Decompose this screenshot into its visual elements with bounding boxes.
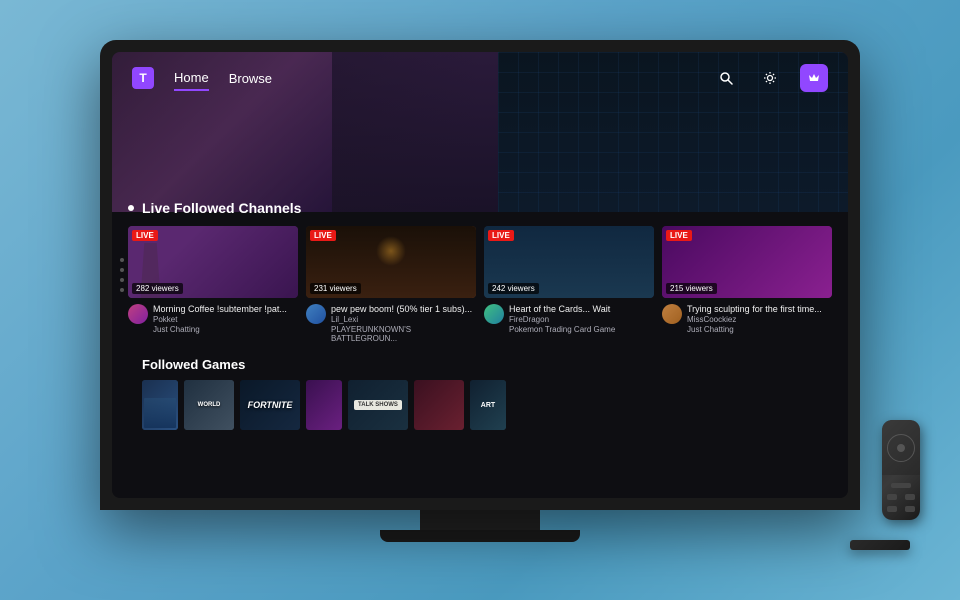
- channel-card-4[interactable]: LIVE 215 viewers Trying sculpting for th…: [662, 226, 832, 343]
- remote-trackpad[interactable]: [887, 434, 915, 462]
- channel-avatar-1: [128, 304, 148, 324]
- channel-name-3: FireDragon: [509, 315, 654, 324]
- apple-tv-remote: [882, 420, 920, 520]
- remote-btn-play[interactable]: [887, 506, 897, 512]
- channel-thumb-4: LIVE 215 viewers: [662, 226, 832, 298]
- channel-name-1: Pokket: [153, 315, 298, 324]
- tv-stand-neck: [420, 510, 540, 530]
- channel-info-3: Heart of the Cards... Wait FireDragon Po…: [484, 304, 654, 334]
- channels-grid: LIVE 282 viewers Morning Coffee !subtemb…: [128, 226, 832, 343]
- game-tile-talk-shows[interactable]: TALK SHOWS: [348, 380, 408, 430]
- remote-btn-home[interactable]: [905, 506, 915, 512]
- main-content: Live Followed Channels LIVE 282 viewers: [112, 200, 848, 430]
- channel-meta-2: pew pew boom! (50% tier 1 subs)... Lil_L…: [331, 304, 476, 343]
- nav-browse[interactable]: Browse: [229, 67, 272, 90]
- channel-avatar-3: [484, 304, 504, 324]
- remote-bottom: [882, 475, 920, 520]
- channel-game-1: Just Chatting: [153, 325, 298, 334]
- remote-btn-row-2: [887, 506, 915, 512]
- stream-title-1: Morning Coffee !subtember !pat...: [153, 304, 298, 314]
- stream-title-3: Heart of the Cards... Wait: [509, 304, 654, 314]
- twitch-logo[interactable]: T: [132, 67, 154, 89]
- nav-bar: T Home Browse: [112, 52, 848, 100]
- game-tile-1[interactable]: [142, 380, 178, 430]
- channel-info-4: Trying sculpting for the first time... M…: [662, 304, 832, 334]
- channel-game-4: Just Chatting: [687, 325, 832, 334]
- remote-body: [882, 420, 920, 520]
- channel-game-3: Pokemon Trading Card Game: [509, 325, 654, 334]
- twitch-icon: T: [139, 71, 146, 85]
- game-tile-art[interactable]: ART: [470, 380, 506, 430]
- viewer-count-3: 242 viewers: [488, 283, 539, 294]
- channel-card-3[interactable]: LIVE 242 viewers Heart of the Cards... W…: [484, 226, 654, 343]
- live-channels-title: Live Followed Channels: [142, 200, 301, 216]
- channel-thumb-2: LIVE 231 viewers: [306, 226, 476, 298]
- channel-card-2[interactable]: LIVE 231 viewers pew pew boom! (50% tier…: [306, 226, 476, 343]
- channel-info-2: pew pew boom! (50% tier 1 subs)... Lil_L…: [306, 304, 476, 343]
- channel-info-1: Morning Coffee !subtember !pat... Pokket…: [128, 304, 298, 334]
- channel-thumb-3: LIVE 242 viewers: [484, 226, 654, 298]
- stream-title-2: pew pew boom! (50% tier 1 subs)...: [331, 304, 476, 314]
- section-dot: [128, 205, 134, 211]
- remote-btn-left[interactable]: [887, 494, 897, 500]
- channel-name-4: MissCoockiez: [687, 315, 832, 324]
- channel-card-1[interactable]: LIVE 282 viewers Morning Coffee !subtemb…: [128, 226, 298, 343]
- game-tile-fortnite[interactable]: FORTNITE: [240, 380, 300, 430]
- channel-name-2: Lil_Lexi: [331, 315, 476, 324]
- channel-game-2: PLAYERUNKNOWN'S BATTLEGROUN...: [331, 325, 476, 343]
- atv-body: [850, 540, 910, 550]
- tv-body: T Home Browse: [100, 40, 860, 510]
- channel-meta-1: Morning Coffee !subtember !pat... Pokket…: [153, 304, 298, 334]
- live-badge-4: LIVE: [666, 230, 692, 241]
- remote-btn-right[interactable]: [905, 494, 915, 500]
- viewer-count-2: 231 viewers: [310, 283, 361, 294]
- game-tile-6[interactable]: [414, 380, 464, 430]
- game-tile-2[interactable]: WORLD: [184, 380, 234, 430]
- remote-menu-btn[interactable]: [891, 483, 911, 488]
- games-row: WORLD FORTNITE: [128, 380, 832, 430]
- nav-home[interactable]: Home: [174, 66, 209, 91]
- remote-center: [897, 444, 905, 452]
- viewer-count-1: 282 viewers: [132, 283, 183, 294]
- live-badge-3: LIVE: [488, 230, 514, 241]
- live-badge-1: LIVE: [132, 230, 158, 241]
- channel-meta-3: Heart of the Cards... Wait FireDragon Po…: [509, 304, 654, 334]
- tv-screen: T Home Browse: [112, 52, 848, 498]
- followed-games-section: Followed Games WORLD: [128, 357, 832, 430]
- channel-thumb-1: LIVE 282 viewers: [128, 226, 298, 298]
- channel-avatar-4: [662, 304, 682, 324]
- remote-btn-row: [887, 494, 915, 500]
- lamp-glow: [376, 236, 406, 266]
- nav-icons: [712, 64, 828, 92]
- settings-button[interactable]: [756, 64, 784, 92]
- tv-stand-base: [380, 530, 580, 542]
- remote-top: [882, 420, 920, 475]
- search-button[interactable]: [712, 64, 740, 92]
- apple-tv-box: [850, 540, 910, 550]
- crown-button[interactable]: [800, 64, 828, 92]
- live-channels-header: Live Followed Channels: [128, 200, 832, 216]
- stream-title-4: Trying sculpting for the first time...: [687, 304, 832, 314]
- channel-avatar-2: [306, 304, 326, 324]
- tv-container: T Home Browse: [100, 40, 860, 560]
- live-badge-2: LIVE: [310, 230, 336, 241]
- game-tile-4[interactable]: [306, 380, 342, 430]
- viewer-count-4: 215 viewers: [666, 283, 717, 294]
- followed-games-title: Followed Games: [128, 357, 832, 372]
- channel-meta-4: Trying sculpting for the first time... M…: [687, 304, 832, 334]
